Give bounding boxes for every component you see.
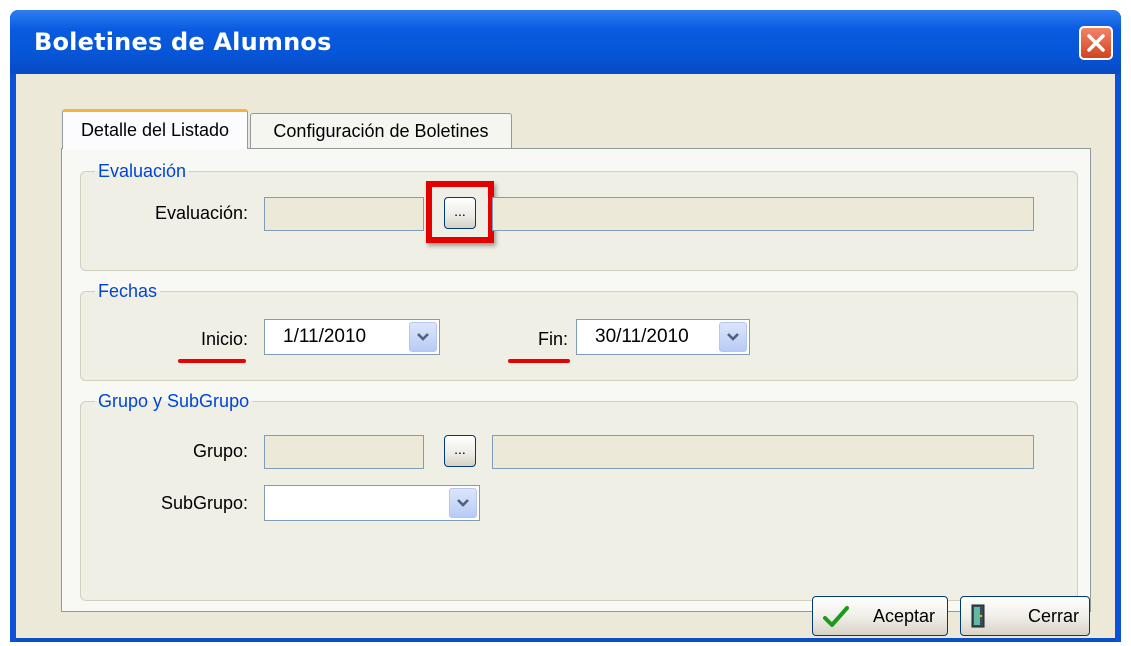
inicio-date-picker[interactable]: 1/11/2010	[264, 319, 440, 355]
grupo-code-field[interactable]	[264, 435, 424, 469]
close-icon	[1087, 34, 1105, 52]
inicio-highlight-underline	[178, 359, 246, 363]
dialog-window: Boletines de Alumnos Detalle del Listado…	[10, 10, 1121, 642]
inicio-date-value: 1/11/2010	[283, 326, 367, 347]
fin-dropdown-button[interactable]	[719, 322, 747, 352]
fechas-legend: Fechas	[98, 281, 158, 301]
chevron-down-icon	[727, 333, 739, 341]
tab-detalle-listado[interactable]: Detalle del Listado	[62, 109, 248, 149]
subgrupo-label: SubGrupo:	[160, 493, 248, 513]
close-button[interactable]: Cerrar	[960, 596, 1090, 636]
close-label: Cerrar	[1027, 606, 1079, 626]
fin-highlight-underline	[508, 359, 570, 363]
inicio-dropdown-button[interactable]	[409, 322, 437, 352]
evaluacion-legend: Evaluación	[98, 161, 187, 181]
close-window-button[interactable]	[1079, 26, 1113, 60]
accept-label: Aceptar	[872, 606, 935, 626]
tab-configuracion-boletines[interactable]: Configuración de Boletines	[250, 113, 512, 149]
checkmark-icon	[823, 606, 849, 627]
chevron-down-icon	[457, 499, 469, 507]
grupo-subgrupo-legend: Grupo y SubGrupo	[98, 391, 250, 411]
dialog-body: Detalle del Listado Configuración de Bol…	[16, 74, 1115, 642]
grupo-description-field[interactable]	[492, 435, 1034, 469]
tab-label: Detalle del Listado	[80, 120, 230, 140]
door-exit-icon	[971, 604, 985, 628]
evaluacion-code-field[interactable]	[264, 197, 424, 231]
subgrupo-select[interactable]	[264, 485, 480, 521]
tab-panel: Evaluación Evaluación: ... Fechas Inicio…	[61, 148, 1091, 612]
subgrupo-dropdown-button[interactable]	[449, 488, 477, 518]
grupo-label: Grupo:	[192, 441, 248, 461]
evaluacion-browse-button[interactable]: ...	[444, 197, 476, 229]
grupo-browse-button[interactable]: ...	[444, 435, 476, 467]
accept-button[interactable]: Aceptar	[812, 596, 948, 636]
chevron-down-icon	[417, 333, 429, 341]
fin-label: Fin:	[537, 329, 568, 349]
evaluacion-description-field[interactable]	[492, 197, 1034, 231]
fin-date-value: 30/11/2010	[595, 326, 689, 347]
fin-date-picker[interactable]: 30/11/2010	[576, 319, 750, 355]
window-bottom-edge	[16, 638, 1115, 642]
evaluacion-label: Evaluación:	[154, 203, 248, 223]
tab-label: Configuración de Boletines	[273, 121, 489, 141]
title-bar[interactable]: Boletines de Alumnos	[10, 10, 1121, 74]
window-title: Boletines de Alumnos	[34, 28, 332, 56]
inicio-label: Inicio:	[200, 329, 248, 349]
